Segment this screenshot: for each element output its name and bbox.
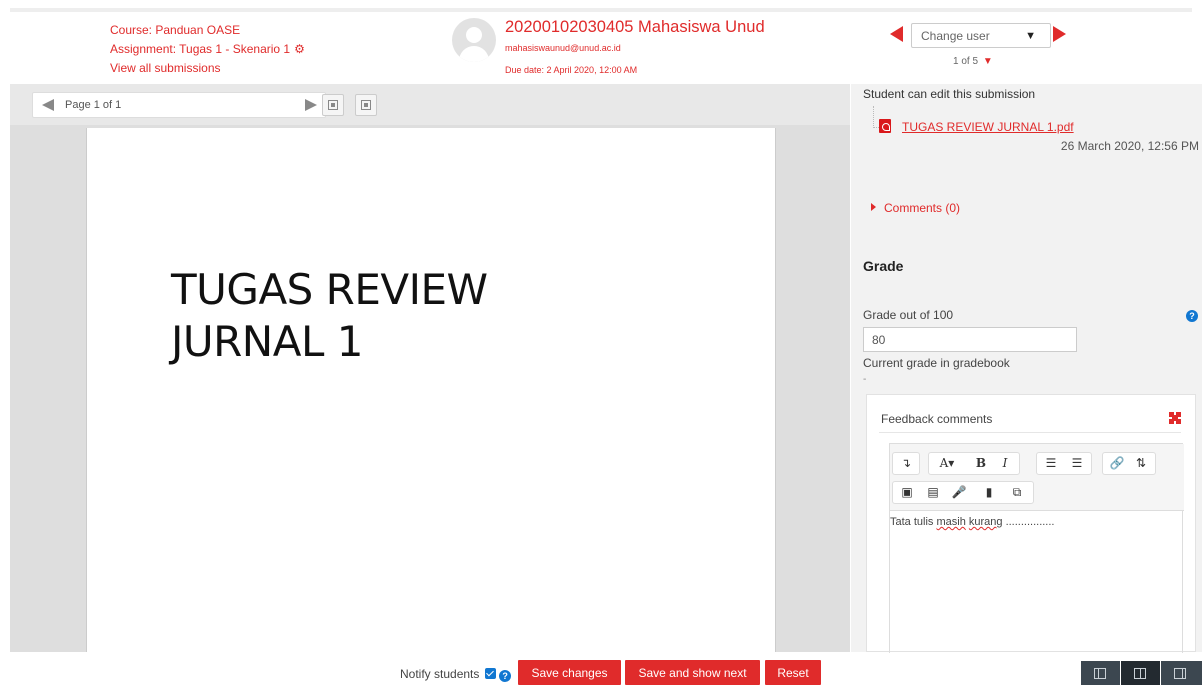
unordered-list-icon[interactable]: ☰ <box>1041 456 1061 471</box>
misspelled-word: kurang <box>968 516 1003 528</box>
grading-panel: Student can edit this submission TUGAS R… <box>851 84 1202 653</box>
gear-icon[interactable]: ⚙ <box>294 42 305 56</box>
toolbar-group-collapse: ↴ <box>892 452 920 475</box>
editor-toolbar: ↴ A▾ B I ☰ ☰ 🔗 ⇅ ▣ ▤ 🎤 ▮ ⧉ <box>890 444 1184 511</box>
feedback-title: Feedback comments <box>881 412 993 426</box>
toolbar-group-style: A▾ B I <box>928 452 1020 475</box>
ordered-list-icon[interactable]: ☰ <box>1067 456 1087 471</box>
caret-right-icon <box>871 203 876 211</box>
unlink-icon[interactable]: ⇅ <box>1131 456 1151 471</box>
document-title-line-2: JURNAL 1 <box>171 317 363 366</box>
chevron-down-icon: ▼ <box>1025 30 1036 42</box>
toolbar-group-lists: ☰ ☰ <box>1036 452 1092 475</box>
course-link[interactable]: Course: Panduan OASE <box>110 21 305 40</box>
save-changes-button[interactable]: Save changes <box>518 660 621 685</box>
grading-header: Course: Panduan OASE Assignment: Tugas 1… <box>0 12 1202 84</box>
feedback-divider <box>879 432 1181 433</box>
change-user-label: Change user <box>921 29 990 43</box>
layout-switcher <box>1081 661 1202 685</box>
image-icon[interactable]: ▣ <box>897 485 917 500</box>
next-page-icon[interactable] <box>305 99 317 111</box>
filter-icon[interactable]: ▼ <box>983 56 993 67</box>
link-icon[interactable]: 🔗 <box>1107 456 1127 471</box>
course-info: Course: Panduan OASE Assignment: Tugas 1… <box>110 21 305 78</box>
layout-left-icon <box>1094 668 1106 679</box>
save-and-show-next-button[interactable]: Save and show next <box>625 660 760 685</box>
collapse-icon[interactable] <box>1169 412 1181 424</box>
assignment-row: Assignment: Tugas 1 - Skenario 1 ⚙ <box>110 40 305 59</box>
pdf-page[interactable]: TUGAS REVIEW JURNAL 1 <box>86 128 776 652</box>
submission-file-date: 26 March 2020, 12:56 PM <box>1060 139 1199 153</box>
document-title-line-1: TUGAS REVIEW <box>171 265 488 314</box>
assignment-link[interactable]: Assignment: Tugas 1 - Skenario 1 <box>110 42 290 56</box>
editor-text-end: ................ <box>1002 516 1055 528</box>
grade-heading: Grade <box>863 258 904 274</box>
submission-file-link[interactable]: TUGAS REVIEW JURNAL 1.pdf <box>902 120 1074 134</box>
avatar-body <box>459 46 489 62</box>
user-name-link[interactable]: 20200102030405 Mahasiswa Unud <box>505 18 765 37</box>
editor-text-start: Tata tulis <box>890 516 937 528</box>
document-viewer: Page 1 of 1 TUGAS REVIEW JURNAL 1 <box>10 84 850 652</box>
comments-toggle[interactable]: Comments (0) <box>871 201 960 215</box>
change-user-select[interactable]: Change user ▼ <box>911 23 1051 48</box>
grade-input[interactable] <box>863 327 1077 352</box>
record-audio-icon[interactable]: 🎤 <box>949 485 969 500</box>
current-grade-label: Current grade in gradebook <box>863 356 1010 370</box>
expand-comments-button[interactable] <box>355 94 377 116</box>
previous-user-icon[interactable] <box>890 26 903 42</box>
paragraph-style-icon[interactable]: A▾ <box>933 456 961 471</box>
user-counter-text: 1 of 5 <box>953 56 979 67</box>
feedback-editor[interactable]: ↴ A▾ B I ☰ ☰ 🔗 ⇅ ▣ ▤ 🎤 ▮ ⧉ Tata tulis ma… <box>889 443 1184 653</box>
user-counter: 1 of 5 ▼ <box>953 56 993 67</box>
editor-content[interactable]: Tata tulis masih kurang ................ <box>890 516 1054 528</box>
collapse-review-panel-button[interactable] <box>1161 661 1202 685</box>
grade-help-icon[interactable]: ? <box>1186 310 1198 322</box>
record-video-icon[interactable]: ▮ <box>979 485 999 500</box>
manage-files-icon[interactable]: ⧉ <box>1007 485 1027 500</box>
comment-search-icon <box>328 100 338 110</box>
view-all-submissions-link[interactable]: View all submissions <box>110 59 305 78</box>
toolbar-group-media: ▣ ▤ 🎤 ▮ ⧉ <box>892 481 1034 504</box>
pdf-file-icon <box>879 119 891 133</box>
expand-icon <box>361 100 371 110</box>
collapse-grade-panel-button[interactable] <box>1081 661 1120 685</box>
page-navigator: Page 1 of 1 <box>32 92 326 118</box>
document-title: TUGAS REVIEW JURNAL 1 <box>171 264 651 368</box>
due-date: Due date: 2 April 2020, 12:00 AM <box>505 65 638 75</box>
avatar-head <box>466 27 482 43</box>
misspelled-word: masih <box>936 516 966 528</box>
default-layout-button[interactable] <box>1121 661 1160 685</box>
submission-status: Student can edit this submission <box>863 87 1036 101</box>
page-select[interactable]: Page 1 of 1 <box>65 99 121 111</box>
reset-button[interactable]: Reset <box>765 660 821 685</box>
next-user-icon[interactable] <box>1053 26 1066 42</box>
italic-icon[interactable]: I <box>995 456 1015 471</box>
comments-label: Comments (0) <box>884 201 961 215</box>
media-icon[interactable]: ▤ <box>923 485 943 500</box>
notify-students-label: Notify students <box>400 667 480 681</box>
current-grade-value: - <box>863 374 867 385</box>
user-email-link[interactable]: mahasiswaunud@unud.ac.id <box>505 43 621 53</box>
toolbar-group-links: 🔗 ⇅ <box>1102 452 1156 475</box>
notify-students-checkbox[interactable] <box>484 668 496 679</box>
notify-students: Notify students ? <box>400 667 512 682</box>
feedback-comments-panel: Feedback comments ↴ A▾ B I ☰ ☰ 🔗 ⇅ ▣ ▤ 🎤… <box>866 394 1196 653</box>
bold-icon[interactable]: B <box>971 456 991 471</box>
search-comments-button[interactable] <box>322 94 344 116</box>
avatar[interactable] <box>452 18 496 62</box>
show-more-icon[interactable]: ↴ <box>896 456 916 471</box>
grade-label: Grade out of 100 <box>863 308 954 322</box>
notify-help-icon[interactable]: ? <box>499 670 512 682</box>
layout-split-icon <box>1134 668 1146 679</box>
previous-page-icon[interactable] <box>42 99 54 111</box>
layout-right-icon <box>1174 668 1186 679</box>
